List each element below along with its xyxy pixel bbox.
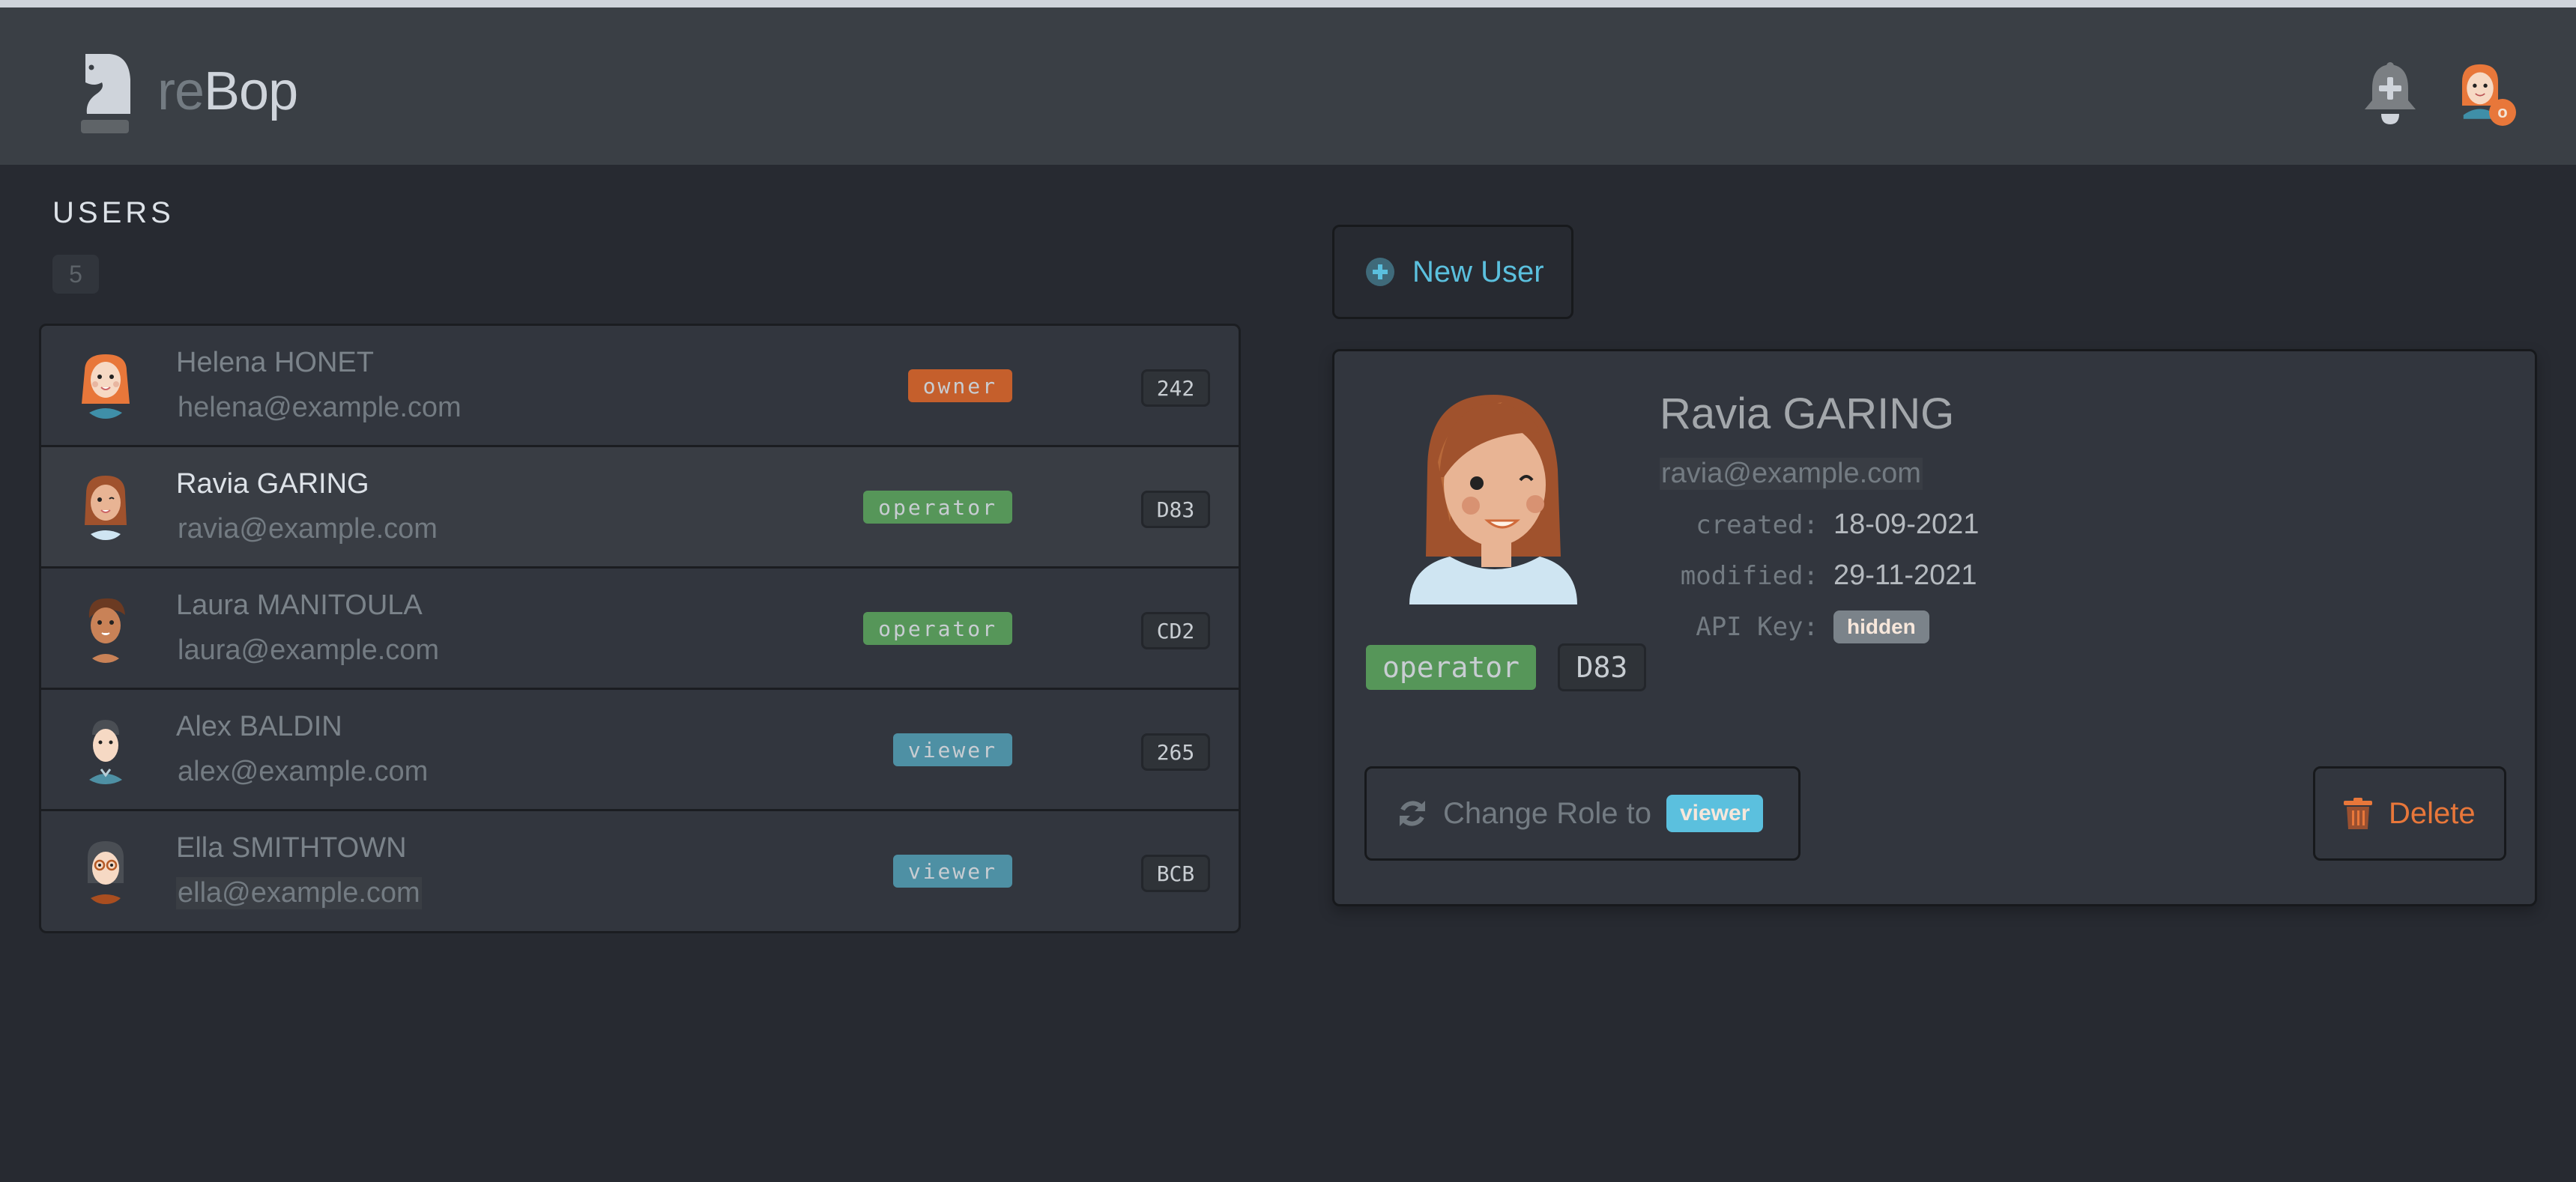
user-detail-panel: operator D83 Ravia GARING ravia@example.… bbox=[1332, 349, 2537, 906]
user-email: laura@example.com bbox=[178, 634, 440, 666]
created-value: 18-09-2021 bbox=[1833, 509, 1980, 540]
role-badge: operator bbox=[863, 491, 1012, 524]
new-user-button[interactable]: New User bbox=[1332, 225, 1573, 319]
user-row[interactable]: Alex BALDIN alex@example.com viewer 265 bbox=[41, 690, 1239, 811]
users-heading: USERS bbox=[52, 196, 175, 229]
bell-plus-icon bbox=[2365, 62, 2416, 124]
detail-user-email: ravia@example.com bbox=[1660, 458, 1923, 490]
user-name: Laura MANITOULA bbox=[176, 590, 423, 621]
api-key-label: API Key: bbox=[1696, 612, 1818, 642]
change-role-label: Change Role to bbox=[1443, 796, 1651, 830]
role-badge: viewer bbox=[892, 855, 1012, 888]
detail-role-badge: operator bbox=[1366, 645, 1537, 690]
user-row[interactable]: Ella SMITHTOWN ella@example.com viewer B… bbox=[41, 811, 1239, 931]
browser-top-strip bbox=[0, 0, 2576, 7]
user-name: Helena HONET bbox=[176, 347, 374, 378]
avatar-man-blue-shirt bbox=[89, 720, 122, 784]
app-header: reBop o bbox=[0, 7, 2576, 165]
avatar-auburn-hair-woman bbox=[85, 476, 127, 540]
detail-user-name: Ravia GARING bbox=[1660, 390, 1955, 438]
user-code: D83 bbox=[1141, 491, 1210, 528]
app-name: reBop bbox=[157, 61, 298, 122]
user-email: ravia@example.com bbox=[178, 513, 438, 545]
user-row-selected[interactable]: Ravia GARING ravia@example.com operator … bbox=[41, 447, 1239, 569]
delete-label: Delete bbox=[2389, 796, 2476, 830]
api-key-hidden-toggle[interactable]: hidden bbox=[1833, 610, 1929, 643]
avatar-woman-glasses bbox=[88, 841, 124, 904]
created-label: created: bbox=[1696, 509, 1818, 540]
users-list: Helena HONET helena@example.com owner 24… bbox=[39, 324, 1241, 933]
modified-row: modified: 29-11-2021 bbox=[1660, 560, 1977, 592]
plus-circle-icon bbox=[1366, 258, 1394, 286]
user-code: CD2 bbox=[1141, 612, 1210, 649]
user-code: 242 bbox=[1141, 369, 1210, 407]
role-badge: viewer bbox=[892, 733, 1012, 766]
user-row[interactable]: Helena HONET helena@example.com owner 24… bbox=[41, 326, 1239, 447]
detail-user-code: D83 bbox=[1558, 643, 1646, 691]
user-name: Ella SMITHTOWN bbox=[176, 832, 407, 864]
delete-user-button[interactable]: Delete bbox=[2313, 766, 2506, 861]
avatar-red-hair-woman bbox=[82, 354, 130, 419]
app-logo[interactable]: reBop bbox=[79, 46, 298, 136]
new-user-label: New User bbox=[1412, 255, 1544, 288]
avatar-dark-skin-short-hair bbox=[88, 598, 125, 663]
logo-prefix: re bbox=[157, 61, 205, 121]
user-name: Ravia GARING bbox=[176, 468, 369, 500]
modified-label: modified: bbox=[1680, 560, 1818, 591]
user-row[interactable]: Laura MANITOULA laura@example.com operat… bbox=[41, 569, 1239, 690]
user-name: Alex BALDIN bbox=[176, 711, 342, 742]
user-email: alex@example.com bbox=[178, 756, 429, 787]
user-email: helena@example.com bbox=[178, 392, 462, 423]
api-key-row: API Key: hidden bbox=[1660, 610, 1929, 643]
user-email: ella@example.com bbox=[176, 877, 422, 909]
notifications-button[interactable] bbox=[2362, 61, 2419, 129]
users-count-badge: 5 bbox=[52, 255, 99, 294]
knight-logo-icon bbox=[81, 54, 130, 133]
created-row: created: 18-09-2021 bbox=[1660, 509, 1979, 541]
trash-icon bbox=[2344, 798, 2372, 829]
change-role-button[interactable]: Change Role to viewer bbox=[1364, 766, 1801, 861]
avatar-auburn-hair-woman-large bbox=[1409, 395, 1577, 604]
role-badge-owner: o bbox=[2489, 99, 2516, 126]
role-badge: operator bbox=[863, 612, 1012, 645]
user-code: 265 bbox=[1141, 733, 1210, 771]
modified-value: 29-11-2021 bbox=[1833, 560, 1977, 591]
target-role-badge: viewer bbox=[1666, 795, 1764, 832]
user-code: BCB bbox=[1141, 855, 1210, 892]
logo-suffix: Bop bbox=[204, 61, 298, 121]
role-badge: owner bbox=[907, 369, 1012, 402]
refresh-icon bbox=[1400, 801, 1425, 826]
current-user-menu[interactable]: o bbox=[2450, 61, 2518, 133]
